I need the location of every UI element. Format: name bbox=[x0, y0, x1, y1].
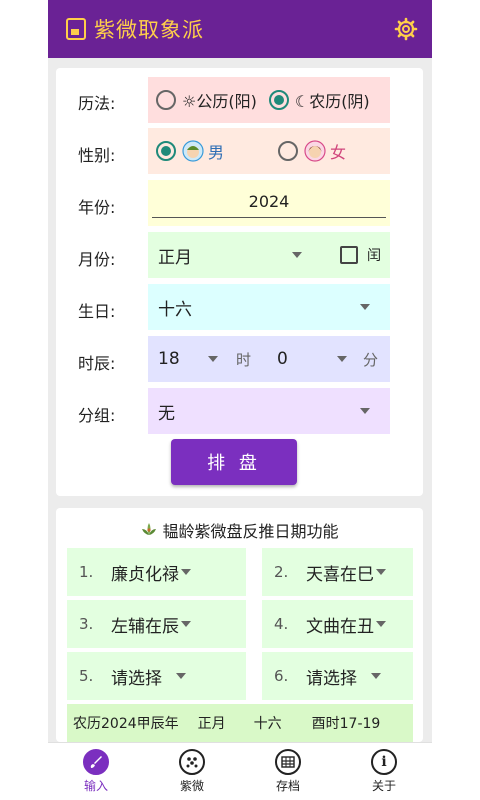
year-field: 2024 bbox=[148, 180, 390, 226]
bottom-nav: 输入 紫微 存档 i 关于 bbox=[48, 742, 432, 800]
hour-value: 18 bbox=[158, 349, 180, 369]
slot-dropdown-arrow-icon bbox=[376, 569, 386, 575]
group-dropdown[interactable]: 无 bbox=[148, 388, 390, 434]
nav-archive[interactable]: 存档 bbox=[240, 743, 336, 800]
group-dropdown-arrow-icon bbox=[360, 408, 370, 414]
year-input[interactable]: 2024 bbox=[152, 186, 386, 218]
brush-icon bbox=[83, 749, 109, 775]
leap-month-label: 闰 bbox=[367, 248, 381, 264]
group-label: 分组: bbox=[78, 406, 116, 425]
male-label[interactable]: 男 bbox=[208, 139, 224, 163]
month-field: 正月 闰 bbox=[148, 232, 390, 278]
settings-gear-icon[interactable] bbox=[394, 17, 418, 41]
hour-unit-label: 时 bbox=[236, 350, 252, 369]
reverse-slot-1[interactable]: 1. 廉贞化禄 bbox=[67, 548, 246, 596]
reverse-lookup-title: 韫龄紫微盘反推日期功能 bbox=[162, 522, 339, 541]
app-title: 紫微取象派 bbox=[94, 18, 204, 42]
reverse-slot-4[interactable]: 4. 文曲在丑 bbox=[262, 600, 413, 648]
birthday-dropdown-arrow-icon bbox=[360, 304, 370, 310]
archive-icon bbox=[275, 749, 301, 775]
result-year: 农历2024甲辰年 bbox=[73, 716, 179, 732]
solar-label[interactable]: ☼公历(阳) bbox=[182, 88, 257, 112]
year-value: 2024 bbox=[248, 192, 290, 211]
slot-number: 5. bbox=[79, 667, 94, 685]
reverse-slot-6[interactable]: 6. 请选择 bbox=[262, 652, 413, 700]
female-radio[interactable] bbox=[278, 141, 299, 161]
slot-number: 4. bbox=[274, 615, 289, 633]
result-month: 正月 bbox=[197, 716, 226, 732]
slot-number: 6. bbox=[274, 667, 289, 685]
slot-value: 天喜在巳 bbox=[306, 564, 374, 585]
slot-value: 左辅在辰 bbox=[111, 616, 179, 637]
dots-circle-icon bbox=[179, 749, 205, 775]
hour-field: 18 时 0 分 bbox=[148, 336, 390, 382]
slot-dropdown-arrow-icon bbox=[176, 673, 186, 679]
reverse-slot-3[interactable]: 3. 左辅在辰 bbox=[67, 600, 246, 648]
slot-number: 3. bbox=[79, 615, 94, 633]
lotus-icon bbox=[142, 523, 157, 535]
nav-ziwei[interactable]: 紫微 bbox=[144, 743, 240, 800]
nav-label: 存档 bbox=[275, 779, 300, 793]
calendar-field: ☼公历(阳) ☾农历(阴) bbox=[148, 77, 390, 123]
leap-month-checkbox[interactable] bbox=[340, 246, 358, 264]
calendar-label: 历法: bbox=[78, 94, 116, 113]
gender-field: 男 女 bbox=[148, 128, 390, 174]
reverse-lookup-header: 韫龄紫微盘反推日期功能 bbox=[56, 518, 423, 542]
slot-number: 2. bbox=[274, 563, 289, 581]
month-label: 月份: bbox=[78, 250, 116, 269]
male-radio[interactable] bbox=[156, 141, 176, 161]
nav-label: 紫微 bbox=[179, 779, 204, 793]
birthday-dropdown[interactable]: 十六 bbox=[148, 284, 390, 330]
reverse-slot-2[interactable]: 2. 天喜在巳 bbox=[262, 548, 413, 596]
minute-unit-label: 分 bbox=[363, 350, 379, 369]
slot-dropdown-arrow-icon bbox=[376, 621, 386, 627]
slot-dropdown-arrow-icon bbox=[181, 569, 191, 575]
nav-about[interactable]: i 关于 bbox=[336, 743, 432, 800]
month-value: 正月 bbox=[158, 247, 192, 268]
gender-label: 性别: bbox=[78, 146, 116, 165]
birthday-label: 生日: bbox=[78, 302, 116, 321]
nav-label: 输入 bbox=[83, 779, 108, 793]
lunar-label[interactable]: ☾农历(阴) bbox=[295, 88, 370, 112]
minute-dropdown[interactable]: 0 bbox=[277, 336, 353, 382]
year-label: 年份: bbox=[78, 198, 116, 217]
boy-avatar-icon bbox=[182, 140, 204, 162]
reverse-slot-5[interactable]: 5. 请选择 bbox=[67, 652, 246, 700]
birthday-value: 十六 bbox=[158, 299, 192, 320]
slot-dropdown-arrow-icon bbox=[371, 673, 381, 679]
slot-value: 文曲在丑 bbox=[306, 616, 374, 637]
slot-value: 请选择 bbox=[306, 668, 357, 689]
result-hour: 酉时17-19 bbox=[311, 716, 381, 732]
month-dropdown-arrow-icon bbox=[292, 252, 302, 258]
app-bar: 紫微取象派 bbox=[48, 0, 432, 58]
lunar-radio[interactable] bbox=[268, 90, 289, 110]
info-icon: i bbox=[371, 749, 397, 775]
solar-radio[interactable] bbox=[156, 90, 176, 110]
nav-input[interactable]: 输入 bbox=[48, 743, 144, 800]
hour-dropdown[interactable]: 18 bbox=[148, 336, 224, 382]
slot-number: 1. bbox=[79, 563, 94, 581]
slot-value: 请选择 bbox=[111, 668, 162, 689]
slot-value: 廉贞化禄 bbox=[111, 564, 179, 585]
female-label[interactable]: 女 bbox=[330, 139, 346, 163]
slot-dropdown-arrow-icon bbox=[181, 621, 191, 627]
hour-dropdown-arrow-icon bbox=[208, 356, 218, 362]
minute-value: 0 bbox=[277, 349, 288, 369]
group-value: 无 bbox=[158, 403, 175, 424]
girl-avatar-icon bbox=[304, 140, 326, 162]
month-dropdown[interactable]: 正月 bbox=[148, 232, 310, 278]
app-logo-icon bbox=[66, 18, 86, 40]
hour-label: 时辰: bbox=[78, 354, 116, 373]
result-day: 十六 bbox=[253, 716, 282, 732]
reverse-result-bar[interactable]: 农历2024甲辰年 正月 十六 酉时17-19 bbox=[67, 704, 413, 742]
minute-dropdown-arrow-icon bbox=[337, 356, 348, 362]
chart-generate-button[interactable]: 排 盘 bbox=[171, 439, 297, 485]
nav-label: 关于 bbox=[371, 779, 396, 793]
